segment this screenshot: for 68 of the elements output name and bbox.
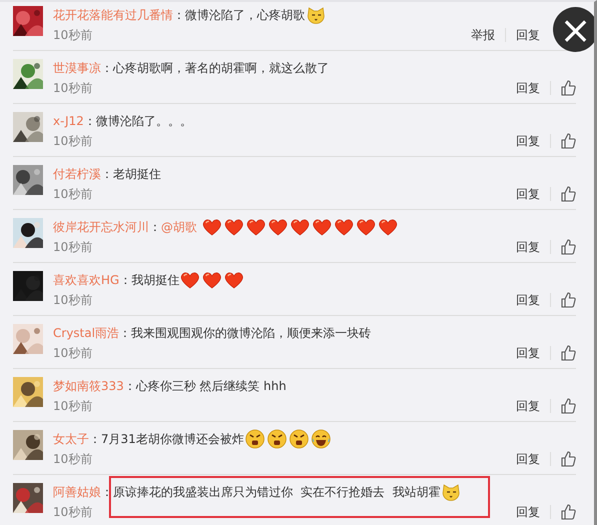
timestamp: 10秒前 [53,80,92,97]
action-link[interactable]: 回复 [516,503,540,521]
laughing-face-icon [310,429,331,449]
heart-icon [334,217,354,237]
heart-icon [202,270,222,290]
timestamp: 10秒前 [53,133,92,150]
comment-text: 我胡挺住 [131,272,180,289]
action-link[interactable]: 回复 [516,79,540,97]
action-link[interactable]: 回复 [516,185,540,203]
comment-text: 微博沦陷了。。。 [96,113,192,130]
action-link[interactable]: 回复 [516,238,540,256]
timestamp: 10秒前 [53,345,92,362]
heart-icon [378,217,398,237]
cat-face-icon [441,482,462,502]
thumbs-up-icon[interactable] [561,504,576,520]
heart-icon [312,217,332,237]
colon: ： [124,378,136,395]
colon: ： [173,7,185,24]
thumbs-up-icon[interactable] [561,80,576,96]
angry-face-icon [244,429,265,449]
colon: ： [101,484,113,501]
comment-text: 心疼胡歌啊，著名的胡霍啊，就这么散了 [113,60,329,77]
heart-icon [290,217,310,237]
cat-face-icon [306,5,326,25]
thumbs-up-icon[interactable] [561,398,576,414]
action-link[interactable]: 回复 [516,132,540,150]
action-link[interactable]: 回复 [516,397,540,415]
colon: ： [101,166,113,183]
heart-icon [356,217,376,237]
comment-text: 老胡挺住 [113,166,161,183]
action-link[interactable]: 回复 [516,26,540,44]
action-link[interactable]: 回复 [516,450,540,468]
timestamp: 10秒前 [53,27,92,44]
thumbs-up-icon[interactable] [561,451,576,467]
heart-icon [246,217,266,237]
colon: ： [149,219,161,236]
colon: ： [84,113,96,130]
close-button[interactable]: × [553,7,594,52]
heart-icon [224,217,244,237]
heart-icon [202,217,222,237]
angry-face-icon [288,429,309,449]
angry-face-icon [266,429,287,449]
comment-text: 我来围观围观你的微博沦陷，顺便来添一块砖 [131,325,372,342]
colon: ： [89,431,101,448]
timestamp: 10秒前 [53,451,92,468]
comment-text: 心疼你三秒 然后继续笑 hhh [136,378,286,395]
heart-icon [224,270,244,290]
thumbs-up-icon[interactable] [561,292,576,308]
thumbs-up-icon[interactable] [561,133,576,149]
colon: ： [101,60,113,77]
comment-text: 微博沦陷了，心疼胡歌 [185,7,305,24]
heart-icon [180,270,200,290]
timestamp: 10秒前 [53,398,92,415]
colon: ： [119,272,132,289]
thumbs-up-icon[interactable] [561,239,576,255]
timestamp: 10秒前 [53,504,92,521]
timestamp: 10秒前 [53,239,92,256]
action-link[interactable]: 回复 [516,291,540,309]
timestamp: 10秒前 [53,292,92,309]
timestamp: 10秒前 [53,186,92,203]
heart-icon [268,217,288,237]
comment-text: 原谅捧花的我盛装出席只为错过你 实在不行抢婚去 我站胡霍 [113,484,440,501]
thumbs-up-icon[interactable] [561,345,576,361]
action-link[interactable]: 举报 [471,26,495,44]
action-link[interactable]: 回复 [516,344,540,362]
thumbs-up-icon[interactable] [561,186,576,202]
colon: ： [119,325,132,342]
comment-text: 7月31老胡你微博还会被炸 [101,431,244,448]
